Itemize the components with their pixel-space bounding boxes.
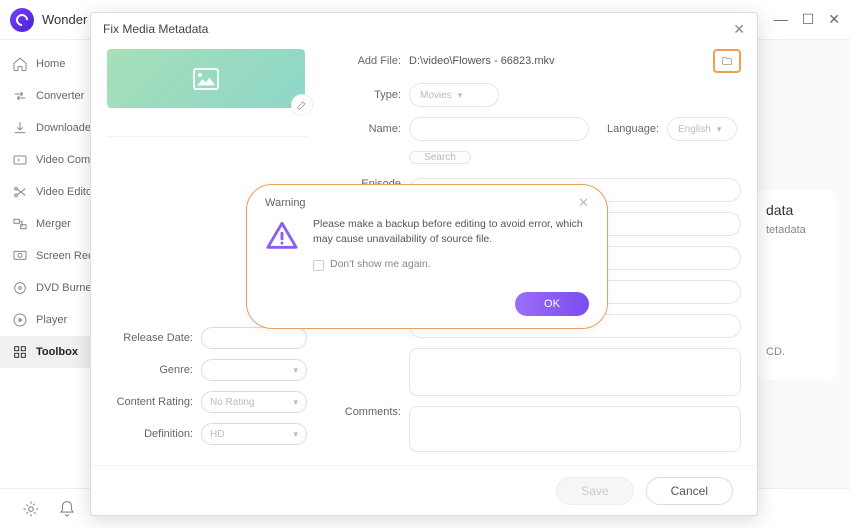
info-card-note: CD.	[766, 346, 826, 358]
definition-label: Definition:	[107, 428, 201, 440]
language-label: Language:	[589, 123, 667, 135]
name-label: Name:	[331, 123, 409, 135]
maximize-button[interactable]: ☐	[802, 11, 815, 28]
definition-select[interactable]: HD▾	[201, 423, 307, 445]
content-rating-label: Content Rating:	[107, 396, 201, 408]
sidebar-item-label: Player	[36, 314, 67, 326]
image-placeholder-icon	[193, 68, 219, 90]
compress-icon	[12, 152, 28, 168]
sidebar-item-label: Downloader	[36, 122, 95, 134]
warning-ok-button[interactable]: OK	[515, 292, 589, 316]
sidebar-item-video-compressor[interactable]: Video Compressor	[0, 144, 95, 176]
app-logo-icon	[10, 8, 34, 32]
comments-input[interactable]	[409, 406, 741, 452]
modal-close-button[interactable]: ✕	[733, 21, 745, 38]
modal-header: Fix Media Metadata ✕	[91, 13, 757, 45]
sidebar-item-video-editor[interactable]: Video Editor	[0, 176, 95, 208]
sidebar-item-screen-recorder[interactable]: Screen Recorder	[0, 240, 95, 272]
sidebar-item-label: Merger	[36, 218, 71, 230]
genre-select[interactable]: ▾	[201, 359, 307, 381]
comments-label: Comments:	[331, 406, 409, 418]
warning-title: Warning	[265, 197, 306, 209]
sidebar-item-merger[interactable]: Merger	[0, 208, 95, 240]
sidebar-item-dvd-burner[interactable]: DVD Burner	[0, 272, 95, 304]
window-controls: — ☐ ✕	[774, 11, 840, 28]
genre-label: Genre:	[107, 364, 201, 376]
info-card: data tetadata CD.	[756, 190, 836, 380]
warning-dialog: Warning ✕ Please make a backup before ed…	[246, 184, 608, 329]
edit-poster-button[interactable]	[291, 94, 313, 116]
sidebar: Home Converter Downloader Video Compress…	[0, 40, 96, 488]
type-label: Type:	[331, 89, 409, 101]
info-card-title: data	[766, 202, 826, 218]
sidebar-item-home[interactable]: Home	[0, 48, 95, 80]
info-card-sub: tetadata	[766, 224, 826, 236]
screen-record-icon	[12, 248, 28, 264]
save-button[interactable]: Save	[556, 477, 633, 505]
sidebar-item-label: DVD Burner	[36, 282, 95, 294]
sidebar-item-downloader[interactable]: Downloader	[0, 112, 95, 144]
sidebar-item-label: Toolbox	[36, 346, 78, 358]
description-area[interactable]	[409, 348, 741, 396]
home-icon	[12, 56, 28, 72]
sidebar-item-label: Video Compressor	[36, 154, 95, 166]
modal-title: Fix Media Metadata	[103, 22, 208, 36]
poster-preview	[107, 49, 305, 108]
bell-icon[interactable]	[58, 500, 76, 518]
release-date-label: Release Date:	[107, 332, 201, 344]
sidebar-item-toolbox[interactable]: Toolbox	[0, 336, 95, 368]
dont-show-label: Don't show me again.	[330, 257, 431, 272]
minimize-button[interactable]: —	[774, 11, 788, 28]
warning-triangle-icon	[265, 219, 299, 253]
modal-footer: Save Cancel	[91, 465, 757, 515]
sidebar-item-converter[interactable]: Converter	[0, 80, 95, 112]
release-date-input[interactable]	[201, 327, 307, 349]
content-rating-select[interactable]: No Rating▾	[201, 391, 307, 413]
sidebar-item-label: Video Editor	[36, 186, 95, 198]
cancel-button[interactable]: Cancel	[646, 477, 733, 505]
language-select[interactable]: English▾	[667, 117, 737, 141]
merger-icon	[12, 216, 28, 232]
disc-icon	[12, 280, 28, 296]
name-input[interactable]	[409, 117, 589, 141]
toolbox-icon	[12, 344, 28, 360]
settings-icon[interactable]	[22, 500, 40, 518]
warning-close-button[interactable]: ✕	[578, 195, 589, 211]
warning-message: Please make a backup before editing to a…	[313, 217, 589, 247]
converter-icon	[12, 88, 28, 104]
sidebar-item-label: Home	[36, 58, 65, 70]
dont-show-checkbox[interactable]: Don't show me again.	[313, 257, 589, 272]
download-icon	[12, 120, 28, 136]
close-button[interactable]: ✕	[828, 11, 840, 28]
sidebar-item-player[interactable]: Player	[0, 304, 95, 336]
play-icon	[12, 312, 28, 328]
type-select[interactable]: Movies▾	[409, 83, 499, 107]
sidebar-item-label: Converter	[36, 90, 84, 102]
search-button[interactable]: Search	[409, 151, 471, 164]
sidebar-item-label: Screen Recorder	[36, 250, 95, 262]
add-file-label: Add File:	[331, 55, 409, 67]
add-file-path: D:\video\Flowers - 66823.mkv	[409, 55, 555, 67]
scissors-icon	[12, 184, 28, 200]
browse-file-button[interactable]	[713, 49, 741, 73]
checkbox-icon	[313, 260, 324, 271]
